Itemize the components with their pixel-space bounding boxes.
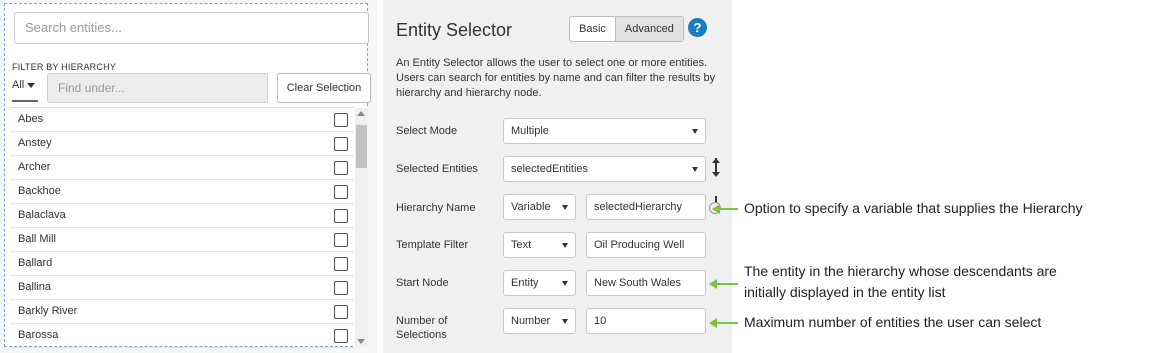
select-mode-value: Multiple [511, 125, 549, 137]
start-node-label: Start Node [396, 277, 449, 289]
hierarchy-name-type: Variable [511, 201, 551, 213]
entity-checkbox[interactable] [334, 281, 348, 295]
number-of-selections-type: Number [511, 315, 551, 327]
mode-toggle: Basic Advanced [569, 16, 684, 42]
chevron-down-icon [692, 129, 698, 134]
arrow-down-icon [712, 172, 720, 177]
callout-line [718, 208, 738, 210]
select-mode-dropdown[interactable]: Multiple [503, 118, 706, 144]
start-node-annotation-line2: initially displayed in the entity list [744, 284, 946, 300]
start-node-annotation-line1: The entity in the hierarchy whose descen… [744, 263, 1057, 279]
start-node-type: Entity [511, 277, 539, 289]
advanced-mode-button[interactable]: Advanced [614, 17, 683, 41]
panel-description: An Entity Selector allows the user to se… [396, 57, 716, 99]
entity-checkbox[interactable] [334, 305, 348, 319]
entity-checkbox[interactable] [334, 161, 348, 175]
basic-mode-button[interactable]: Basic [570, 17, 615, 41]
number-of-selections-input[interactable]: 10 [586, 308, 706, 334]
help-icon[interactable]: ? [688, 18, 707, 37]
scroll-thumb[interactable] [356, 125, 367, 168]
list-item[interactable]: Barossa [10, 324, 354, 348]
entity-selector-widget: Search entities... FILTER BY HIERARCHY A… [4, 3, 371, 348]
entity-name: Ballard [18, 257, 53, 269]
entity-name: Balaclava [18, 209, 66, 221]
entity-name: Anstey [18, 137, 52, 149]
entity-checkbox[interactable] [334, 209, 348, 223]
chevron-down-icon [562, 281, 568, 286]
arrow-up-icon [712, 158, 720, 163]
entity-checkbox[interactable] [334, 113, 348, 127]
template-filter-value: Oil Producing Well [594, 239, 685, 251]
variable-toggle-icon[interactable] [710, 158, 722, 180]
hierarchy-dropdown-label: All [12, 79, 25, 91]
filter-by-hierarchy-label: FILTER BY HIERARCHY [12, 62, 116, 72]
entity-checkbox[interactable] [334, 185, 348, 199]
search-entities-input[interactable]: Search entities... [14, 12, 369, 44]
chevron-down-icon [692, 167, 698, 172]
entity-name: Barkly River [18, 305, 78, 317]
callout-line [715, 322, 738, 324]
hierarchy-name-label: Hierarchy Name [396, 202, 476, 214]
chevron-down-icon [27, 82, 36, 88]
list-item[interactable]: Ball Mill [10, 228, 354, 252]
chevron-down-icon [562, 243, 568, 248]
entity-name: Ball Mill [18, 233, 56, 245]
entity-checkbox[interactable] [334, 233, 348, 247]
number-of-selections-value: 10 [594, 315, 607, 327]
find-under-input[interactable]: Find under... [47, 73, 268, 103]
template-filter-input[interactable]: Oil Producing Well [586, 232, 706, 258]
callout-line [715, 283, 738, 285]
clear-selection-button[interactable]: Clear Selection [277, 73, 371, 103]
entity-selector-config-panel: Entity Selector Basic Advanced ? An Enti… [383, 0, 732, 353]
list-item[interactable]: Archer [10, 156, 354, 180]
entity-name: Archer [18, 161, 51, 173]
entity-checkbox[interactable] [334, 329, 348, 343]
list-item[interactable]: Barkly River [10, 300, 354, 324]
entity-name: Ballina [18, 281, 52, 293]
template-filter-label: Template Filter [396, 239, 469, 251]
number-of-selections-label: Number of Selections [396, 315, 448, 341]
hierarchy-name-input[interactable]: selectedHierarchy [586, 194, 706, 220]
entity-list: Abes Anstey Archer Backhoe Balaclava Bal… [10, 107, 354, 348]
entity-name: Barossa [18, 329, 59, 341]
template-filter-type-dropdown[interactable]: Text [503, 232, 576, 258]
hierarchy-name-type-dropdown[interactable]: Variable [503, 194, 576, 220]
hierarchy-all-dropdown[interactable]: All [12, 79, 36, 91]
template-filter-type: Text [511, 239, 532, 251]
list-scrollbar[interactable] [355, 108, 368, 347]
list-item[interactable]: Anstey [10, 132, 354, 156]
number-of-selections-type-dropdown[interactable]: Number [503, 308, 576, 334]
selected-entities-value: selectedEntities [511, 163, 589, 175]
list-item[interactable]: Ballard [10, 252, 354, 276]
hierarchy-annotation: Option to specify a variable that suppli… [744, 200, 1083, 216]
max-selections-annotation: Maximum number of entities the user can … [744, 314, 1042, 330]
select-mode-label: Select Mode [396, 125, 458, 137]
list-item[interactable]: Ballina [10, 276, 354, 300]
selected-entities-label: Selected Entities [396, 163, 478, 175]
chevron-down-icon [562, 205, 568, 210]
hierarchy-name-value: selectedHierarchy [594, 201, 683, 213]
start-node-value: New South Wales [594, 277, 682, 289]
list-item[interactable]: Backhoe [10, 180, 354, 204]
selected-entities-dropdown[interactable]: selectedEntities [503, 156, 706, 182]
panel-title: Entity Selector [396, 20, 513, 40]
entity-checkbox[interactable] [334, 257, 348, 271]
start-node-input[interactable]: New South Wales [586, 270, 706, 296]
dropdown-underline [12, 100, 38, 102]
scroll-down-arrow-icon[interactable] [357, 339, 365, 344]
entity-name: Abes [18, 113, 44, 125]
list-item[interactable]: Abes [10, 108, 354, 132]
chevron-down-icon [562, 319, 568, 324]
start-node-type-dropdown[interactable]: Entity [503, 270, 576, 296]
list-item[interactable]: Balaclava [10, 204, 354, 228]
scroll-up-arrow-icon[interactable] [357, 111, 365, 116]
entity-name: Backhoe [18, 185, 61, 197]
entity-checkbox[interactable] [334, 137, 348, 151]
